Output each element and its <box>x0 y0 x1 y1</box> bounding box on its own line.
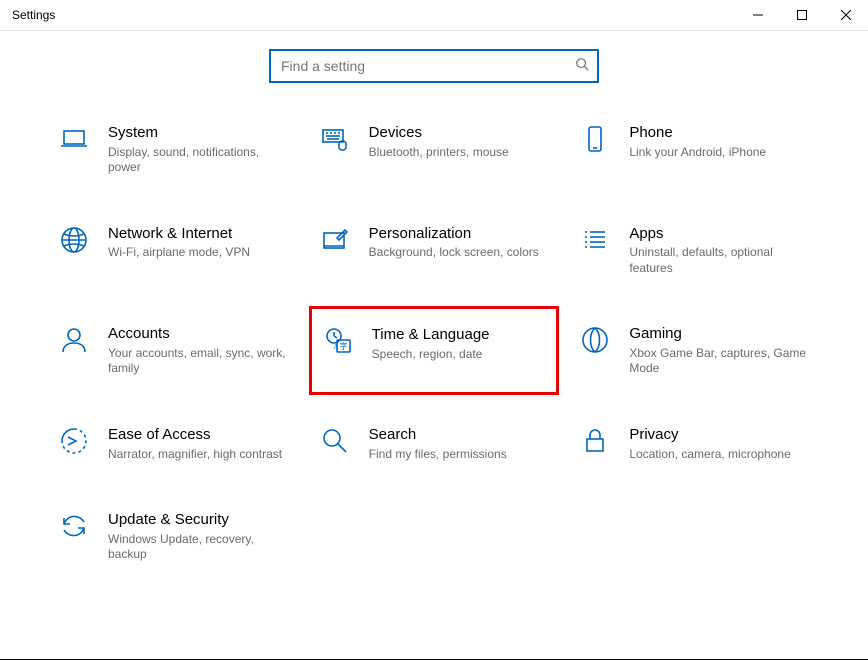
svg-text:字: 字 <box>339 341 347 351</box>
tile-devices[interactable]: Devices Bluetooth, printers, mouse <box>309 117 560 182</box>
tile-label: Gaming <box>629 324 809 344</box>
tile-label: Privacy <box>629 425 790 445</box>
paintbrush-icon <box>317 224 353 260</box>
tile-system[interactable]: System Display, sound, notifications, po… <box>48 117 299 182</box>
tile-search[interactable]: Search Find my files, permissions <box>309 419 560 468</box>
tile-label: Network & Internet <box>108 224 250 244</box>
tile-label: Update & Security <box>108 510 288 530</box>
tile-ease-of-access[interactable]: Ease of Access Narrator, magnifier, high… <box>48 419 299 468</box>
title-bar: Settings <box>0 0 868 31</box>
svg-text:A: A <box>333 343 338 351</box>
gaming-icon <box>577 324 613 360</box>
tile-accounts[interactable]: Accounts Your accounts, email, sync, wor… <box>48 318 299 383</box>
tile-label: Search <box>369 425 507 445</box>
tile-update-security[interactable]: Update & Security Windows Update, recove… <box>48 504 299 569</box>
minimize-button[interactable] <box>736 0 780 30</box>
tile-desc: Your accounts, email, sync, work, family <box>108 346 288 377</box>
close-button[interactable] <box>824 0 868 30</box>
tile-personalization[interactable]: Personalization Background, lock screen,… <box>309 218 560 283</box>
tile-desc: Find my files, permissions <box>369 447 507 463</box>
tile-label: Personalization <box>369 224 539 244</box>
tile-desc: Speech, region, date <box>372 347 490 363</box>
tile-apps[interactable]: Apps Uninstall, defaults, optional featu… <box>569 218 820 283</box>
tile-label: Devices <box>369 123 509 143</box>
tile-desc: Uninstall, defaults, optional features <box>629 245 809 276</box>
search-input[interactable] <box>279 57 575 75</box>
tile-desc: Wi-Fi, airplane mode, VPN <box>108 245 250 261</box>
tile-label: Accounts <box>108 324 288 344</box>
tile-desc: Windows Update, recovery, backup <box>108 532 288 563</box>
tile-phone[interactable]: Phone Link your Android, iPhone <box>569 117 820 182</box>
list-icon <box>577 224 613 260</box>
laptop-icon <box>56 123 92 159</box>
maximize-button[interactable] <box>780 0 824 30</box>
tile-label: Phone <box>629 123 766 143</box>
ease-of-access-icon <box>56 425 92 461</box>
tile-desc: Display, sound, notifications, power <box>108 145 288 176</box>
tile-desc: Narrator, magnifier, high contrast <box>108 447 282 463</box>
tile-desc: Location, camera, microphone <box>629 447 790 463</box>
tile-privacy[interactable]: Privacy Location, camera, microphone <box>569 419 820 468</box>
sync-icon <box>56 510 92 546</box>
keyboard-icon <box>317 123 353 159</box>
tile-label: System <box>108 123 288 143</box>
tile-desc: Bluetooth, printers, mouse <box>369 145 509 161</box>
tile-desc: Xbox Game Bar, captures, Game Mode <box>629 346 809 377</box>
window-title: Settings <box>12 8 736 22</box>
tile-desc: Link your Android, iPhone <box>629 145 766 161</box>
phone-icon <box>577 123 613 159</box>
magnifier-icon <box>317 425 353 461</box>
lock-icon <box>577 425 613 461</box>
time-language-icon: 字 A <box>320 325 356 361</box>
search-box[interactable] <box>269 49 599 83</box>
tile-label: Ease of Access <box>108 425 282 445</box>
tile-time-language[interactable]: 字 A Time & Language Speech, region, date <box>309 306 560 395</box>
tile-gaming[interactable]: Gaming Xbox Game Bar, captures, Game Mod… <box>569 318 820 383</box>
tile-label: Time & Language <box>372 325 490 345</box>
tile-desc: Background, lock screen, colors <box>369 245 539 261</box>
globe-icon <box>56 224 92 260</box>
search-icon <box>575 57 589 76</box>
person-icon <box>56 324 92 360</box>
tile-network[interactable]: Network & Internet Wi-Fi, airplane mode,… <box>48 218 299 283</box>
tile-label: Apps <box>629 224 809 244</box>
